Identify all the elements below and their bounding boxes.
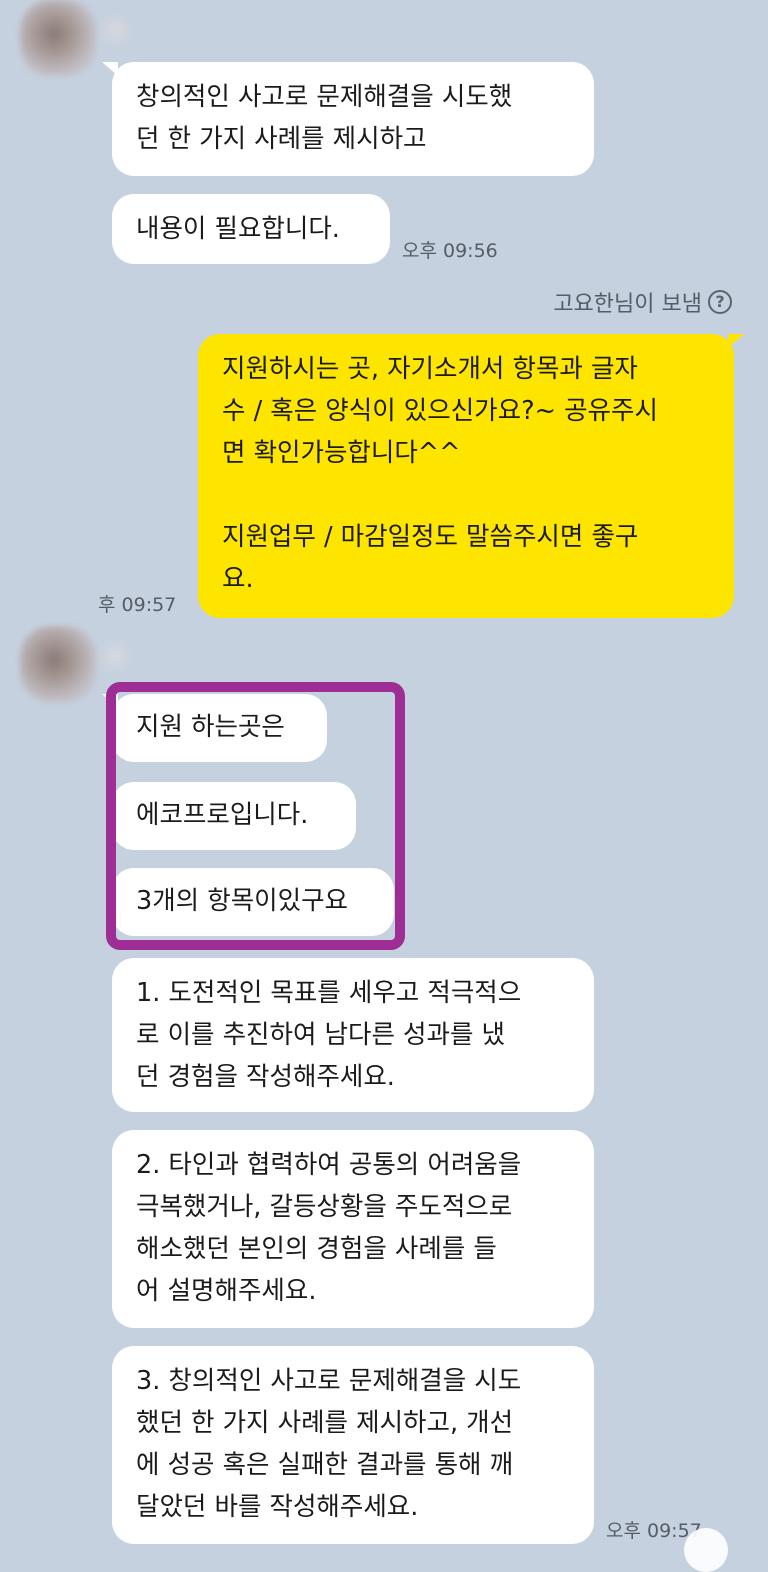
- sent-by-label: 고요한님이 보냄: [553, 292, 702, 317]
- avatar[interactable]: [20, 626, 96, 702]
- scroll-down-button[interactable]: [684, 1528, 728, 1572]
- question-circle-icon[interactable]: ?: [708, 290, 732, 314]
- chat-bubble-incoming: 창의적인 사고로 문제해결을 시도했 던 한 가지 사례를 제시하고: [102, 62, 594, 176]
- chat-bubble-incoming: 3. 창의적인 사고로 문제해결을 시도 했던 한 가지 사례를 제시하고, 개…: [112, 1346, 594, 1544]
- chat-bubble-incoming: 내용이 필요합니다.: [112, 194, 390, 264]
- message-timestamp: 오후 09:56: [402, 240, 498, 262]
- chat-bubble-incoming: 2. 타인과 협력하여 공통의 어려움을 극복했거나, 갈등상황을 주도적으로 …: [112, 1130, 594, 1328]
- chat-bubble-outgoing: 지원하시는 곳, 자기소개서 항목과 글자 수 / 혹은 양식이 있으신가요?~…: [198, 334, 744, 618]
- highlight-box: [106, 682, 405, 950]
- message-timestamp: 후 09:57: [98, 594, 177, 616]
- avatar[interactable]: [20, 0, 96, 76]
- sent-by-note: 고요한님이 보냄 ?: [553, 286, 732, 318]
- chat-bubble-incoming: 1. 도전적인 목표를 세우고 적극적으 로 이를 추진하여 남다른 성과를 냈…: [112, 958, 594, 1112]
